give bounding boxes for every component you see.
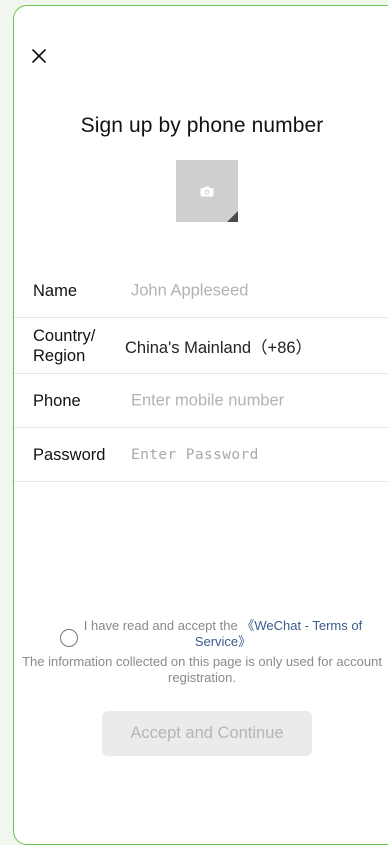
avatar-corner-marker: [227, 211, 238, 222]
agree-radio[interactable]: [60, 629, 78, 647]
password-row: Password: [14, 428, 388, 482]
signup-form: Name Country/ Region China's Mainland（+8…: [14, 264, 388, 482]
password-input[interactable]: [131, 446, 386, 463]
name-input[interactable]: [131, 281, 386, 300]
info-text: The information collected on this page i…: [22, 654, 382, 685]
terms-line: I have read and accept the 《WeChat - Ter…: [14, 618, 388, 650]
country-row[interactable]: Country/ Region China's Mainland（+86）: [14, 318, 388, 374]
camera-icon: [200, 186, 214, 197]
name-row: Name: [14, 264, 388, 318]
close-icon: [32, 49, 46, 63]
country-label-line1: Country/: [33, 326, 96, 345]
agreement-section: I have read and accept the 《WeChat - Ter…: [14, 618, 388, 686]
terms-prefix: I have read and accept the: [83, 618, 242, 633]
country-label-line2: Region: [33, 346, 86, 365]
phone-row: Phone: [14, 374, 388, 428]
phone-label: Phone: [33, 391, 81, 410]
signup-screen: Sign up by phone number Name Country/ Re…: [13, 5, 388, 845]
page-title: Sign up by phone number: [80, 114, 324, 137]
country-label: Country/ Region: [33, 326, 95, 366]
phone-input[interactable]: [131, 391, 386, 410]
password-label: Password: [33, 445, 106, 464]
name-label: Name: [33, 281, 78, 300]
country-selector[interactable]: China's Mainland（+86）: [125, 334, 312, 358]
avatar-upload[interactable]: [176, 160, 238, 222]
close-button[interactable]: [27, 44, 51, 68]
accept-continue-button[interactable]: Accept and Continue: [102, 711, 312, 756]
